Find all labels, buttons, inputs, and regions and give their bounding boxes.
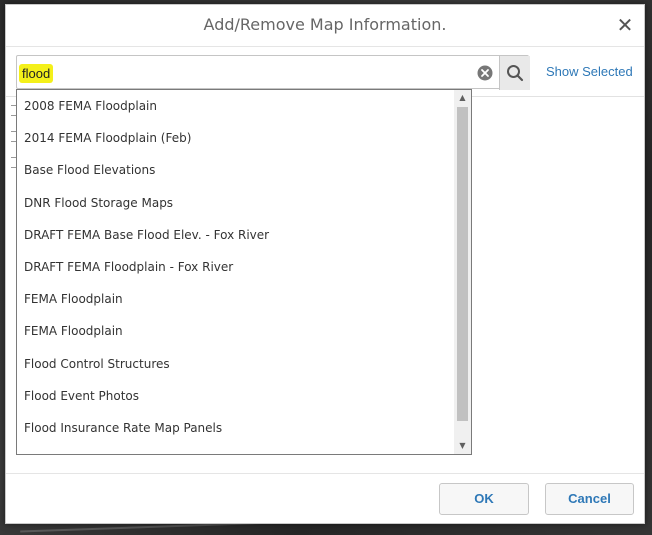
add-remove-map-dialog: Add/Remove Map Information. ✕ flood Show… (5, 4, 645, 524)
dialog-header: Add/Remove Map Information. ✕ (6, 5, 644, 47)
scrollbar[interactable]: ▲ ▼ (454, 90, 471, 454)
search-button[interactable] (499, 56, 530, 90)
search-row: flood Show Selected (16, 55, 636, 91)
suggestion-item[interactable]: Flood Control Structures (17, 348, 454, 380)
ok-button[interactable]: OK (439, 483, 529, 515)
clear-circle-icon[interactable] (477, 65, 493, 81)
show-selected-link[interactable]: Show Selected (546, 64, 633, 79)
suggestion-item[interactable]: DRAFT FEMA Base Flood Elev. - Fox River (17, 219, 454, 251)
search-suggestions-dropdown: 2008 FEMA Floodplain 2014 FEMA Floodplain… (16, 89, 472, 455)
scroll-down-icon[interactable]: ▼ (454, 438, 471, 454)
suggestion-item[interactable]: Flood Insurance Rate Map Panels (17, 412, 454, 444)
scroll-thumb[interactable] (457, 107, 468, 421)
search-input[interactable]: flood (19, 64, 54, 83)
suggestion-item[interactable]: Base Flood Elevations (17, 154, 454, 186)
dialog-footer: OK Cancel (6, 473, 644, 523)
search-box: flood (16, 55, 530, 90)
suggestion-item[interactable]: 2014 FEMA Floodplain (Feb) (17, 122, 454, 154)
suggestion-item[interactable]: Flood Event Photos (17, 380, 454, 412)
cancel-button[interactable]: Cancel (545, 483, 634, 515)
suggestion-item[interactable]: DRAFT FEMA Floodplain - Fox River (17, 251, 454, 283)
dialog-title: Add/Remove Map Information. (203, 15, 447, 34)
suggestion-item[interactable]: 2008 FEMA Floodplain (17, 90, 454, 122)
suggestion-item[interactable]: FEMA Floodplain (17, 315, 454, 347)
magnifier-icon (507, 65, 524, 82)
suggestion-item[interactable]: DNR Flood Storage Maps (17, 187, 454, 219)
close-icon[interactable]: ✕ (614, 14, 636, 36)
suggestion-item[interactable]: FEMA Floodplain (17, 283, 454, 315)
scroll-up-icon[interactable]: ▲ (454, 90, 471, 106)
suggestions-list: 2008 FEMA Floodplain 2014 FEMA Floodplain… (17, 90, 454, 444)
